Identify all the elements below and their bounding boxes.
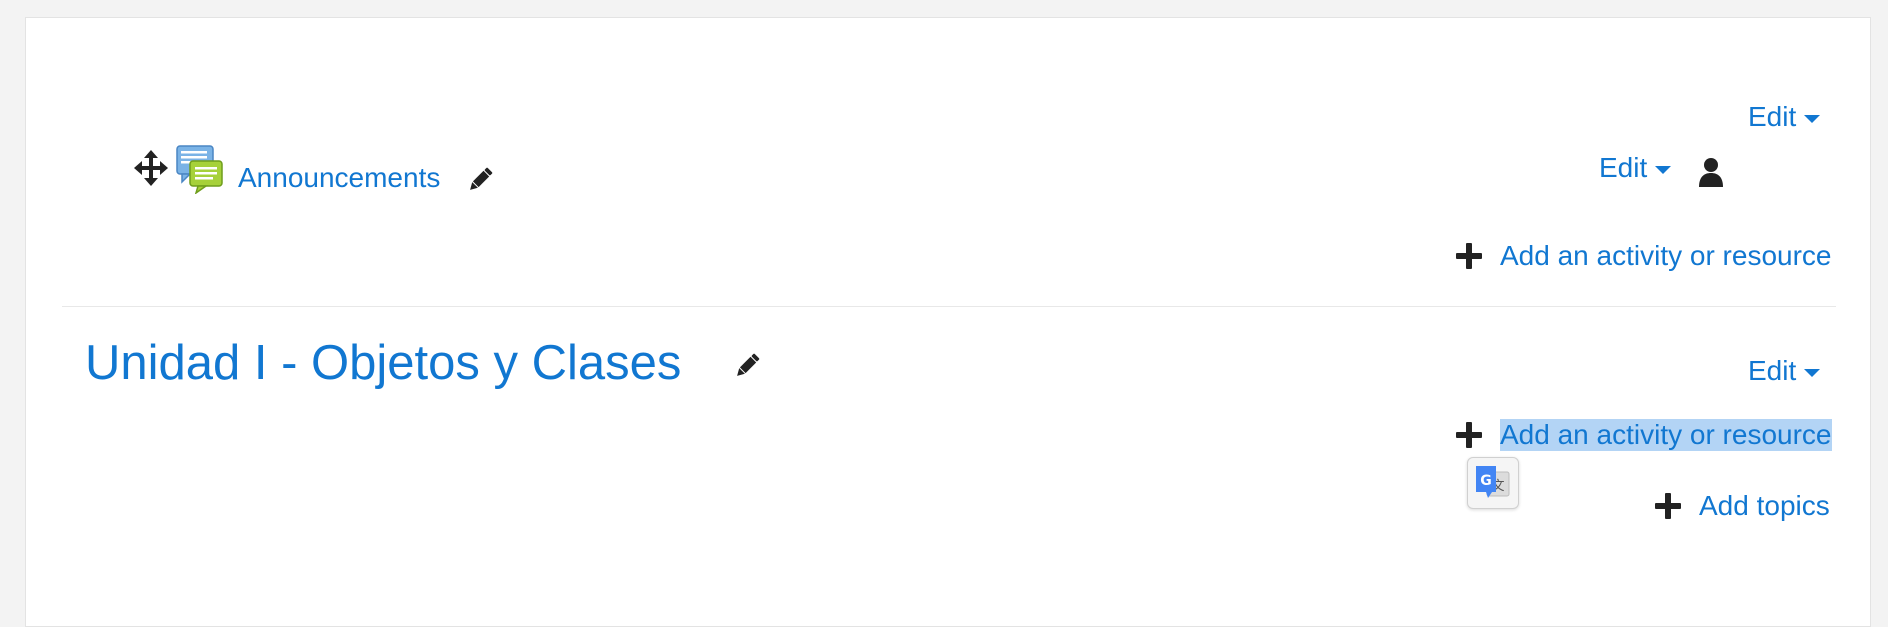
add-activity-button[interactable]: Add an activity or resource [1456,240,1832,272]
section-divider [62,306,1836,307]
section-edit-menu[interactable]: Edit [1748,101,1821,133]
section-title[interactable]: Unidad I - Objetos y Clases [85,335,681,391]
activity-link-announcements[interactable]: Announcements [238,162,440,194]
section-edit-label: Edit [1748,101,1797,132]
caret-down-icon [1655,165,1672,174]
pencil-icon[interactable] [466,166,494,199]
svg-text:G: G [1480,473,1492,489]
plus-icon [1456,243,1482,269]
plus-icon [1655,493,1681,519]
course-content-panel [25,17,1871,627]
section-edit-menu[interactable]: Edit [1748,355,1821,387]
caret-down-icon [1804,368,1821,377]
caret-down-icon [1804,114,1821,123]
forum-icon [176,144,224,199]
google-translate-icon: 文 G [1476,466,1510,498]
add-topics-button[interactable]: Add topics [1655,490,1830,522]
activity-edit-menu[interactable]: Edit [1599,152,1672,184]
add-activity-button[interactable]: Add an activity or resource [1456,419,1832,451]
plus-icon [1456,422,1482,448]
activity-edit-label: Edit [1599,152,1648,183]
add-activity-label-selected: Add an activity or resource [1500,419,1832,451]
add-activity-label: Add an activity or resource [1500,240,1832,271]
pencil-icon[interactable] [733,352,761,385]
google-translate-button[interactable]: 文 G [1467,457,1519,509]
user-icon[interactable] [1698,157,1724,192]
move-icon[interactable] [134,150,168,191]
section-edit-label: Edit [1748,355,1797,386]
add-topics-label: Add topics [1699,490,1830,521]
